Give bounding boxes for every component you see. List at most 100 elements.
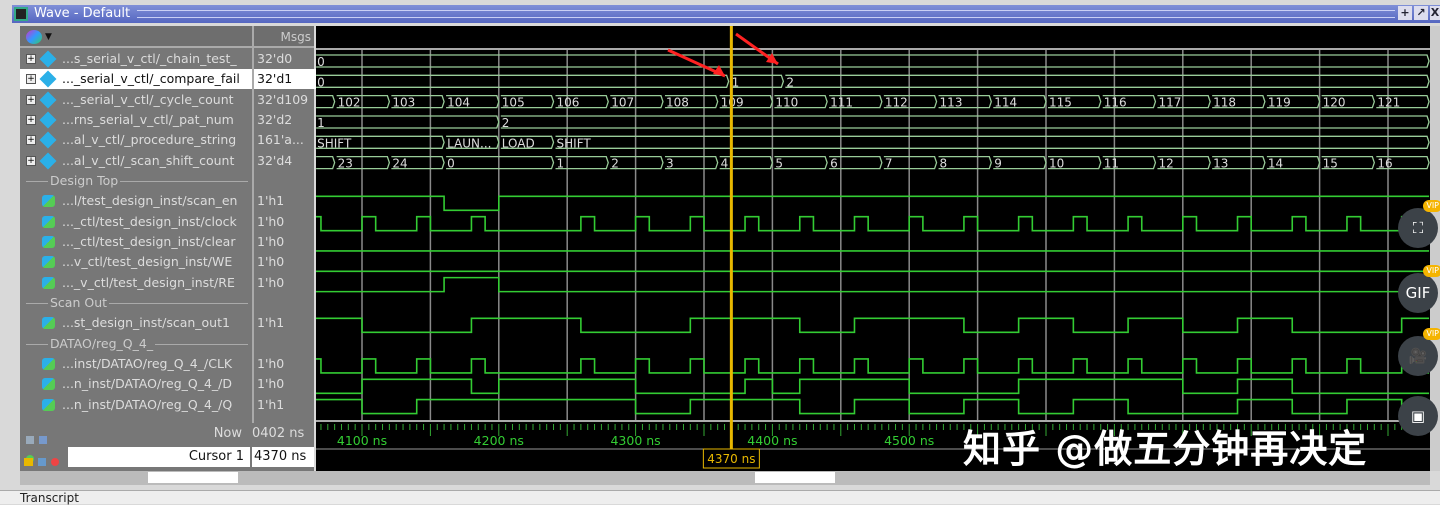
group-label: Scan Out bbox=[48, 292, 110, 313]
signal-value: 1'h1 bbox=[257, 396, 285, 412]
cursor-tools-icons[interactable] bbox=[26, 429, 56, 463]
signal-row[interactable]: ...n_inst/DATAO/reg_Q_4_/Q bbox=[20, 395, 252, 415]
bus-value: 116 bbox=[1104, 96, 1127, 110]
bus-value: 3 bbox=[666, 157, 674, 171]
time-label: 4400 ns bbox=[747, 433, 797, 448]
screen-record-button[interactable]: ▣ bbox=[1398, 396, 1438, 436]
signal-row[interactable]: + ...al_v_ctl/_scan_shift_count bbox=[20, 151, 252, 171]
signal-value: 1'h0 bbox=[257, 376, 285, 392]
waveform-pane[interactable]: 0012102103104105106107108109110111112113… bbox=[314, 26, 1430, 471]
window-title-bar[interactable]: Wave - Default bbox=[12, 5, 1440, 23]
name-scroll-thumb[interactable] bbox=[148, 472, 238, 483]
signal-row[interactable]: ..._v_ctl/test_design_inst/RE bbox=[20, 273, 252, 293]
bus-value: 104 bbox=[447, 96, 470, 110]
header-divider bbox=[316, 48, 1430, 50]
input-signal-icon bbox=[42, 195, 55, 208]
group-divider[interactable]: DATAO/reg_Q_4_ bbox=[20, 333, 252, 354]
bus-signal-icon bbox=[39, 50, 57, 68]
expand-icon[interactable]: + bbox=[26, 135, 36, 146]
horizontal-scrollbar[interactable] bbox=[20, 471, 1430, 485]
bus-value: 24 bbox=[392, 157, 407, 171]
signal-name: ...l/test_design_inst/scan_en bbox=[62, 193, 238, 209]
bus-segment bbox=[785, 74, 1430, 88]
transcript-label: Transcript bbox=[20, 491, 79, 505]
signal-row[interactable]: ...l/test_design_inst/scan_en bbox=[20, 191, 252, 211]
gif-button[interactable]: GIF VIP bbox=[1398, 265, 1440, 313]
signal-name: ...inst/DATAO/reg_Q_4_/CLK bbox=[62, 355, 233, 371]
cursor-time-label: 4370 ns bbox=[707, 452, 755, 466]
now-value: 0402 ns bbox=[252, 426, 305, 441]
bus-value: 2 bbox=[786, 75, 794, 89]
signal-name: ..._serial_v_ctl/_compare_fail bbox=[62, 71, 240, 87]
bus-value: 15 bbox=[1323, 157, 1338, 171]
bus-value: 13 bbox=[1213, 157, 1228, 171]
bus-value: 1 bbox=[317, 116, 325, 130]
expand-icon[interactable]: + bbox=[26, 74, 36, 85]
signal-row[interactable]: + ...s_serial_v_ctl/_chain_test_ bbox=[20, 49, 252, 69]
crop-button[interactable]: ⛶ VIP bbox=[1398, 200, 1440, 248]
waveform bbox=[314, 358, 1430, 374]
bus-value: 14 bbox=[1268, 157, 1283, 171]
bus-signal-icon bbox=[39, 91, 57, 109]
signal-row[interactable]: ..._ctl/test_design_inst/clock bbox=[20, 212, 252, 232]
signal-name: ...n_inst/DATAO/reg_Q_4_/Q bbox=[62, 396, 233, 412]
signal-row[interactable]: ...inst/DATAO/reg_Q_4_/CLK bbox=[20, 354, 252, 374]
expand-icon[interactable]: + bbox=[26, 54, 36, 64]
bus-value: 119 bbox=[1268, 96, 1291, 110]
app-icon bbox=[14, 7, 28, 21]
bus-segment bbox=[446, 156, 555, 170]
dock-button[interactable]: + bbox=[1398, 6, 1412, 20]
input-signal-icon bbox=[42, 215, 55, 228]
signal-row[interactable]: + ...al_v_ctl/_procedure_string bbox=[20, 130, 252, 150]
expand-icon[interactable]: + bbox=[26, 114, 36, 125]
waveform-canvas[interactable]: 0012102103104105106107108109110111112113… bbox=[314, 26, 1430, 471]
signal-row[interactable]: + ..._serial_v_ctl/_compare_fail bbox=[20, 69, 252, 90]
bus-value: 16 bbox=[1377, 157, 1392, 171]
signal-row[interactable]: ...st_design_inst/scan_out1 bbox=[20, 313, 252, 333]
bus-value: 115 bbox=[1049, 96, 1072, 110]
signal-name: ...al_v_ctl/_scan_shift_count bbox=[62, 152, 235, 168]
group-divider[interactable]: Scan Out bbox=[20, 292, 252, 313]
group-divider[interactable]: Design Top bbox=[20, 170, 252, 191]
signal-row[interactable]: + ..._serial_v_ctl/_cycle_count bbox=[20, 90, 252, 110]
bus-value: 2 bbox=[611, 157, 619, 171]
bus-value: 108 bbox=[666, 96, 689, 110]
signal-tree-icon[interactable] bbox=[26, 30, 42, 44]
bus-signal-icon bbox=[39, 70, 57, 88]
waveform bbox=[314, 378, 1430, 395]
bus-value: 10 bbox=[1049, 157, 1064, 171]
signal-row[interactable]: ...v_ctl/test_design_inst/WE bbox=[20, 252, 252, 272]
bus-value: 110 bbox=[775, 96, 798, 110]
chevron-down-icon[interactable]: ▼ bbox=[45, 26, 52, 48]
bus-value: 9 bbox=[994, 157, 1002, 171]
bus-segment bbox=[316, 54, 1430, 68]
time-label: 4500 ns bbox=[884, 433, 934, 448]
signal-name: ...v_ctl/test_design_inst/WE bbox=[62, 254, 233, 270]
expand-icon[interactable]: + bbox=[26, 155, 36, 166]
signal-name: ...st_design_inst/scan_out1 bbox=[62, 315, 230, 331]
undock-button[interactable]: ↗ bbox=[1414, 6, 1428, 20]
bus-value: LAUN... bbox=[447, 136, 491, 150]
expand-icon[interactable]: + bbox=[26, 94, 36, 105]
bus-value: 120 bbox=[1323, 96, 1346, 110]
signal-row[interactable]: ...n_inst/DATAO/reg_Q_4_/D bbox=[20, 374, 252, 394]
now-label: Now bbox=[213, 426, 242, 441]
bus-value: 113 bbox=[940, 96, 963, 110]
lock-icon[interactable] bbox=[24, 451, 64, 466]
signal-name: ..._ctl/test_design_inst/clear bbox=[62, 233, 236, 249]
group-label: DATAO/reg_Q_4_ bbox=[48, 333, 156, 354]
signal-row[interactable]: ..._ctl/test_design_inst/clear bbox=[20, 232, 252, 252]
close-button[interactable]: X bbox=[1430, 6, 1440, 20]
bus-value: 106 bbox=[557, 96, 580, 110]
wave-scroll-thumb[interactable] bbox=[755, 472, 835, 483]
bus-value: 111 bbox=[830, 96, 853, 110]
signal-row[interactable]: + ...rns_serial_v_ctl/_pat_num bbox=[20, 110, 252, 130]
signal-name: ...n_inst/DATAO/reg_Q_4_/D bbox=[62, 376, 233, 392]
vip-badge: VIP bbox=[1423, 200, 1440, 212]
signal-name: ...al_v_ctl/_procedure_string bbox=[62, 132, 237, 148]
record-video-button[interactable]: 🎥 VIP bbox=[1398, 328, 1440, 376]
name-header: ▼ bbox=[20, 26, 252, 48]
output-signal-icon bbox=[42, 398, 55, 411]
transcript-bar[interactable]: Transcript bbox=[0, 490, 1440, 505]
output-signal-icon bbox=[42, 317, 55, 330]
